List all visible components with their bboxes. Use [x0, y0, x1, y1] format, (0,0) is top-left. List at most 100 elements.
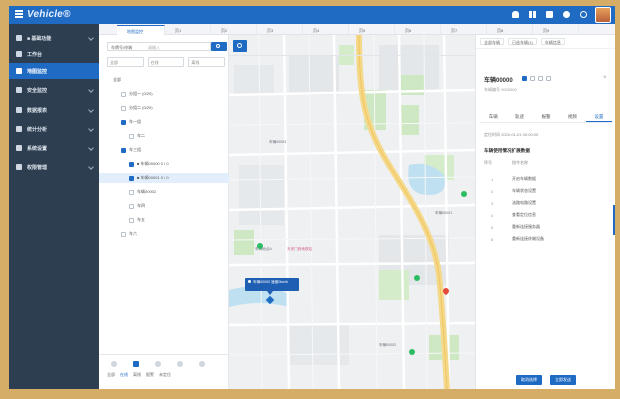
tab[interactable]: 页7: [441, 25, 487, 35]
search-value: 车牌号/终端: [111, 45, 133, 50]
sidebar-item-label: 安全监控: [27, 87, 48, 94]
sidebar-item-label: 统计分析: [27, 126, 48, 133]
checkbox[interactable]: [121, 105, 126, 111]
map-marker-icon[interactable]: [414, 275, 420, 281]
send-button[interactable]: 立即发送: [550, 375, 576, 385]
checkbox[interactable]: [129, 189, 134, 195]
checkbox[interactable]: [129, 203, 134, 209]
user-icon[interactable]: [580, 11, 587, 18]
checkbox[interactable]: [129, 133, 134, 139]
sidebar-item-map-monitor[interactable]: 地图监控: [9, 63, 99, 79]
tab[interactable]: 页3: [257, 25, 303, 35]
table-row[interactable]: 3 油路电路设置: [484, 198, 608, 208]
tab[interactable]: 页1: [165, 25, 211, 35]
checkbox[interactable]: [129, 217, 134, 223]
avatar[interactable]: [595, 7, 611, 23]
close-icon[interactable]: ×: [603, 75, 609, 81]
status-label[interactable]: 未定位: [159, 372, 171, 378]
map-marker-icon[interactable]: [461, 191, 467, 197]
tree-item[interactable]: 分组一 (0/20): [99, 89, 229, 99]
tab-track[interactable]: 轨迹: [506, 111, 532, 122]
menu-icon[interactable]: [15, 10, 23, 18]
sidebar-item-basic[interactable]: ■ 基础功能: [9, 30, 99, 46]
status-dot[interactable]: [133, 361, 139, 367]
status-label[interactable]: 离线: [133, 372, 141, 378]
sidebar-item-analysis[interactable]: 统计分析: [9, 121, 99, 137]
selected-vehicles-button[interactable]: 已选车辆(1): [508, 38, 537, 45]
status-label[interactable]: 在线: [120, 372, 128, 378]
share-icon[interactable]: [546, 76, 551, 81]
table-row[interactable]: 5 重新连接服务器: [484, 222, 608, 232]
edit-icon[interactable]: [530, 76, 535, 81]
sidebar-item-safety[interactable]: 安全监控: [9, 82, 99, 98]
search-button[interactable]: [211, 42, 227, 51]
map-marker-icon[interactable]: [409, 349, 415, 355]
tree-item[interactable]: 分组二 (0/20): [99, 103, 229, 113]
message-icon[interactable]: [546, 11, 553, 18]
chevron-down-icon: [88, 126, 94, 132]
scrollbar[interactable]: [613, 205, 615, 235]
sidebar-item-reports[interactable]: 数据报表: [9, 102, 99, 118]
signal-icon[interactable]: [522, 76, 527, 81]
tree-item[interactable]: 车辆00002: [99, 187, 229, 197]
tree-item[interactable]: 车六: [99, 229, 229, 239]
checkbox[interactable]: [121, 91, 126, 97]
search-placeholder: 请输入: [148, 45, 160, 50]
sidebar-item-permissions[interactable]: 权限管理: [9, 159, 99, 175]
map-marker-icon[interactable]: [257, 243, 263, 249]
filter-online[interactable]: 在线: [147, 57, 185, 67]
tab[interactable]: 页6: [395, 25, 441, 35]
status-dot[interactable]: [199, 361, 205, 367]
chevron-down-icon: [88, 87, 94, 93]
sidebar-item-settings[interactable]: 系统设置: [9, 140, 99, 156]
status-label[interactable]: 全部: [107, 372, 115, 378]
tree-item[interactable]: 车五: [99, 215, 229, 225]
map-view[interactable]: 车辆地点A 天安门西地铁站 车辆00001 车辆00002 车辆00003 车辆…: [229, 35, 475, 389]
tab-video[interactable]: 视频: [559, 111, 585, 122]
checkbox[interactable]: [121, 147, 126, 153]
command-name: 查看定位信息: [512, 212, 536, 217]
status-label[interactable]: 报警: [146, 372, 154, 378]
status-dot[interactable]: [155, 361, 161, 367]
vehicle-info-button[interactable]: 车辆信息: [540, 38, 565, 45]
tree-item[interactable]: ■ 车辆00000 0 / 0: [99, 159, 229, 169]
status-dot[interactable]: [111, 361, 117, 367]
gear-icon[interactable]: [563, 11, 570, 18]
table-row[interactable]: 1 开启车辆数据: [484, 174, 608, 184]
tab-settings[interactable]: 设置: [585, 111, 613, 122]
tree-item[interactable]: 车一组: [99, 117, 229, 127]
map-search-button[interactable]: [233, 40, 247, 52]
bell-icon[interactable]: [512, 11, 519, 18]
checkbox[interactable]: [129, 175, 134, 181]
checkbox[interactable]: [129, 161, 134, 167]
grid-icon[interactable]: [529, 11, 536, 18]
filter-all[interactable]: 全部: [107, 57, 144, 67]
tree-item[interactable]: 全部: [99, 75, 229, 85]
all-vehicles-button[interactable]: 全部车辆: [480, 38, 504, 45]
checkbox[interactable]: [121, 231, 126, 237]
sidebar-item-workbench[interactable]: 工作台: [9, 46, 99, 62]
tree-item[interactable]: 车二: [99, 131, 229, 141]
status-dot[interactable]: [177, 361, 183, 367]
tab[interactable]: 页9: [533, 25, 579, 35]
vehicle-search-input[interactable]: 车牌号/终端 请输入: [107, 42, 211, 51]
table-row[interactable]: 6 重新连接终端设备: [484, 234, 608, 244]
table-row[interactable]: 2 车辆状态设置: [484, 186, 608, 196]
tab-map-monitor[interactable]: 地图监控: [117, 25, 165, 35]
star-icon[interactable]: [538, 76, 543, 81]
tab[interactable]: 页8: [487, 25, 533, 35]
row-number: 2: [491, 188, 494, 194]
filter-offline[interactable]: 离线: [188, 57, 226, 67]
tab[interactable]: 页2: [211, 25, 257, 35]
vehicle-popup[interactable]: 车辆00000 速度0km/h: [245, 278, 299, 291]
tab[interactable]: 页4: [303, 25, 349, 35]
tab[interactable]: 页5: [349, 25, 395, 35]
table-row[interactable]: 4 查看定位信息: [484, 210, 608, 220]
tab-vehicle[interactable]: 车辆: [480, 111, 506, 122]
checkbox[interactable]: [121, 119, 126, 125]
tree-item[interactable]: 车三组: [99, 145, 229, 155]
tab-alarm[interactable]: 报警: [533, 111, 559, 122]
cancel-button[interactable]: 取消选择: [516, 375, 542, 385]
tree-item[interactable]: ■ 车辆00001 0 / 0: [99, 173, 229, 183]
tree-item[interactable]: 车四: [99, 201, 229, 211]
